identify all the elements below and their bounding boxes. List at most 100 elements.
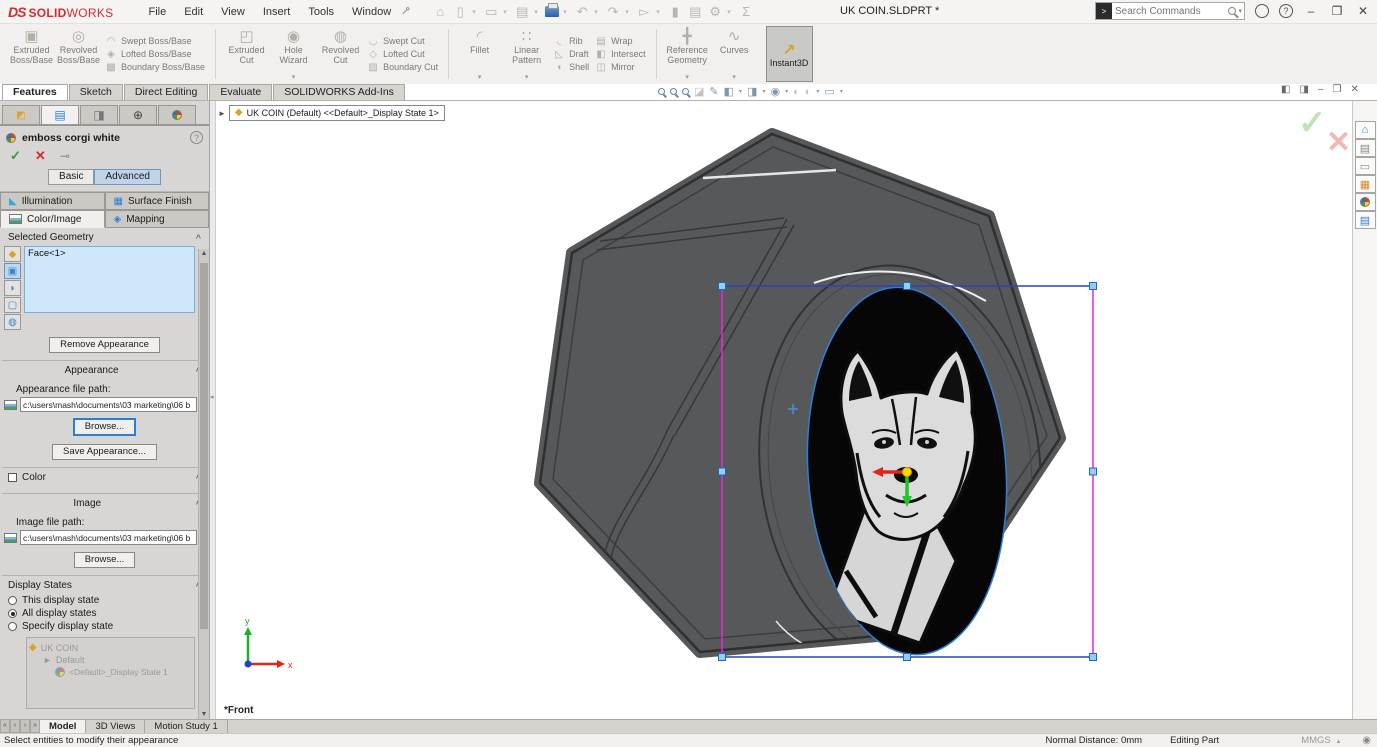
apply-scene-icon[interactable]: ◐ xyxy=(805,86,812,98)
doc-minimize-button[interactable]: – xyxy=(1318,84,1324,95)
scroll-up-icon[interactable]: ▲ xyxy=(199,250,209,257)
splitter-arrow-icon[interactable]: ◂ xyxy=(210,393,214,401)
search-commands-box[interactable]: > ▾ xyxy=(1095,2,1245,20)
menu-tools[interactable]: Tools xyxy=(299,3,343,21)
rib-button[interactable]: ◟Rib xyxy=(553,36,589,47)
collapse-chevron-icon[interactable]: ^ xyxy=(196,233,201,243)
open-icon[interactable]: ▭ xyxy=(483,4,499,20)
section-view-icon[interactable]: ◪ xyxy=(694,85,704,98)
radio-specify-display-state[interactable]: Specify display state xyxy=(0,620,209,633)
help-icon[interactable]: ? xyxy=(1279,4,1293,18)
app-minimize-button[interactable]: – xyxy=(1303,4,1319,18)
intersect-button[interactable]: ◧Intersect xyxy=(595,49,646,60)
radio-button-selected[interactable] xyxy=(8,609,17,618)
color-section-header[interactable]: Color ^ xyxy=(0,468,209,486)
apply-scene-caret-icon[interactable]: ▾ xyxy=(816,88,819,95)
scrollbar-thumb[interactable] xyxy=(200,263,208,629)
swept-cut-button[interactable]: ◡Swept Cut xyxy=(367,36,438,47)
nav-first-button[interactable]: « xyxy=(0,720,10,733)
wrap-button[interactable]: ▤Wrap xyxy=(595,36,646,47)
display-style-caret-icon[interactable]: ▾ xyxy=(762,88,765,95)
save-caret-icon[interactable]: ▾ xyxy=(534,8,541,16)
taskpane-home-button[interactable]: ⌂ xyxy=(1355,121,1376,139)
equations-sigma-icon[interactable]: Σ xyxy=(738,4,754,19)
appearance-section-header[interactable]: Appearance ^ xyxy=(0,361,209,379)
advanced-mode-button[interactable]: Advanced xyxy=(94,169,160,185)
tab-color-image[interactable]: Color/Image xyxy=(0,210,105,228)
save-appearance-button[interactable]: Save Appearance... xyxy=(52,444,157,460)
units-caret-icon[interactable]: ▴ xyxy=(1337,737,1341,745)
draft-button[interactable]: ◺Draft xyxy=(553,49,589,60)
confirmation-accept-icon[interactable]: ✓ xyxy=(1298,103,1327,143)
tab-feature-manager[interactable]: ◩ xyxy=(2,105,40,124)
taskpane-design-library-button[interactable]: ▤ xyxy=(1355,139,1376,157)
hide-show-items-icon[interactable]: ◉ xyxy=(770,85,780,98)
tab-dimxpert-manager[interactable]: ⊕ xyxy=(119,105,157,124)
touch-mode-icon[interactable]: ▮ xyxy=(667,4,683,20)
display-states-header[interactable]: Display States ^ xyxy=(0,576,209,594)
tab-solidworks-add-ins[interactable]: SOLIDWORKS Add-Ins xyxy=(273,84,405,100)
search-icon[interactable] xyxy=(1228,7,1236,15)
image-file-path-input[interactable] xyxy=(20,530,197,545)
sketch-annotation-icon[interactable]: ✎ xyxy=(709,85,718,98)
keep-visible-pin-icon[interactable]: ⊸ xyxy=(60,149,70,163)
select-caret-icon[interactable]: ▾ xyxy=(656,8,663,16)
tab-property-manager[interactable]: ▤ xyxy=(41,105,79,124)
tab-surface-finish[interactable]: ▦Surface Finish xyxy=(105,192,210,210)
nav-prev-button[interactable]: ‹ xyxy=(10,720,20,733)
tab-model[interactable]: Model xyxy=(40,720,86,733)
filter-surface-button[interactable]: ◗ xyxy=(4,280,21,296)
selection-handle[interactable] xyxy=(904,283,911,290)
hide-show-caret-icon[interactable]: ▾ xyxy=(785,88,788,95)
tab-features[interactable]: Features xyxy=(2,84,68,100)
extruded-cut-button[interactable]: ◰ ExtrudedCut xyxy=(223,26,270,82)
scroll-down-icon[interactable]: ▼ xyxy=(199,711,209,718)
lofted-boss-base-button[interactable]: ◈Lofted Boss/Base xyxy=(105,49,205,60)
mirror-button[interactable]: ◫Mirror xyxy=(595,62,646,73)
filter-feature-button[interactable]: ◍ xyxy=(4,314,21,330)
new-document-icon[interactable]: ▯ xyxy=(452,4,468,20)
zoom-to-area-icon[interactable] xyxy=(670,88,677,95)
redo-caret-icon[interactable]: ▾ xyxy=(625,8,632,16)
pin-menu-icon[interactable]: ⊸ xyxy=(397,2,417,22)
panel-scrollbar[interactable]: ▲ ▼ xyxy=(198,249,209,719)
radio-button[interactable] xyxy=(8,622,17,631)
new-caret-icon[interactable]: ▾ xyxy=(472,8,479,16)
hole-wizard-button[interactable]: ◉ HoleWizard ▾ xyxy=(270,26,317,82)
user-account-icon[interactable] xyxy=(1255,4,1269,18)
select-icon[interactable]: ▻ xyxy=(636,4,652,20)
units-selector[interactable]: MMGS xyxy=(1301,735,1331,746)
selection-handle[interactable] xyxy=(1090,283,1097,290)
tab-3d-views[interactable]: 3D Views xyxy=(86,720,145,733)
menu-insert[interactable]: Insert xyxy=(254,3,300,21)
view-orientation-icon[interactable]: ◧ xyxy=(724,85,734,98)
lofted-cut-button[interactable]: ◇Lofted Cut xyxy=(367,49,438,60)
model-canvas[interactable]: y x xyxy=(216,101,1352,719)
curves-caret-icon[interactable]: ▾ xyxy=(732,74,736,82)
fillet-caret-icon[interactable]: ▾ xyxy=(478,74,482,82)
print-icon[interactable] xyxy=(545,6,559,17)
reference-geometry-caret-icon[interactable]: ▾ xyxy=(685,74,689,82)
nav-last-button[interactable]: » xyxy=(30,720,40,733)
taskpane-appearances-button[interactable] xyxy=(1355,193,1376,211)
radio-button[interactable] xyxy=(8,596,17,605)
search-caret-icon[interactable]: ▾ xyxy=(1238,7,1242,15)
menu-edit[interactable]: Edit xyxy=(175,3,212,21)
open-caret-icon[interactable]: ▾ xyxy=(503,8,510,16)
nav-next-button[interactable]: › xyxy=(20,720,30,733)
color-checkbox[interactable] xyxy=(8,473,17,482)
doc-close-button[interactable]: ✕ xyxy=(1350,84,1358,95)
tab-evaluate[interactable]: Evaluate xyxy=(209,84,272,100)
edit-appearance-icon[interactable]: ◐ xyxy=(793,86,800,98)
menu-view[interactable]: View xyxy=(212,3,254,21)
tab-mapping[interactable]: ◈Mapping xyxy=(105,210,210,228)
home-icon[interactable]: ⌂ xyxy=(432,4,448,19)
selection-handle[interactable] xyxy=(1090,654,1097,661)
filter-body-button[interactable]: ▢ xyxy=(4,297,21,313)
zoom-to-fit-icon[interactable] xyxy=(658,88,665,95)
confirmation-cancel-icon[interactable]: ✕ xyxy=(1326,125,1351,160)
linear-pattern-caret-icon[interactable]: ▾ xyxy=(525,74,529,82)
filter-face-button[interactable]: ▣ xyxy=(4,263,21,279)
selection-handle[interactable] xyxy=(719,468,726,475)
previous-view-icon[interactable] xyxy=(682,88,689,95)
